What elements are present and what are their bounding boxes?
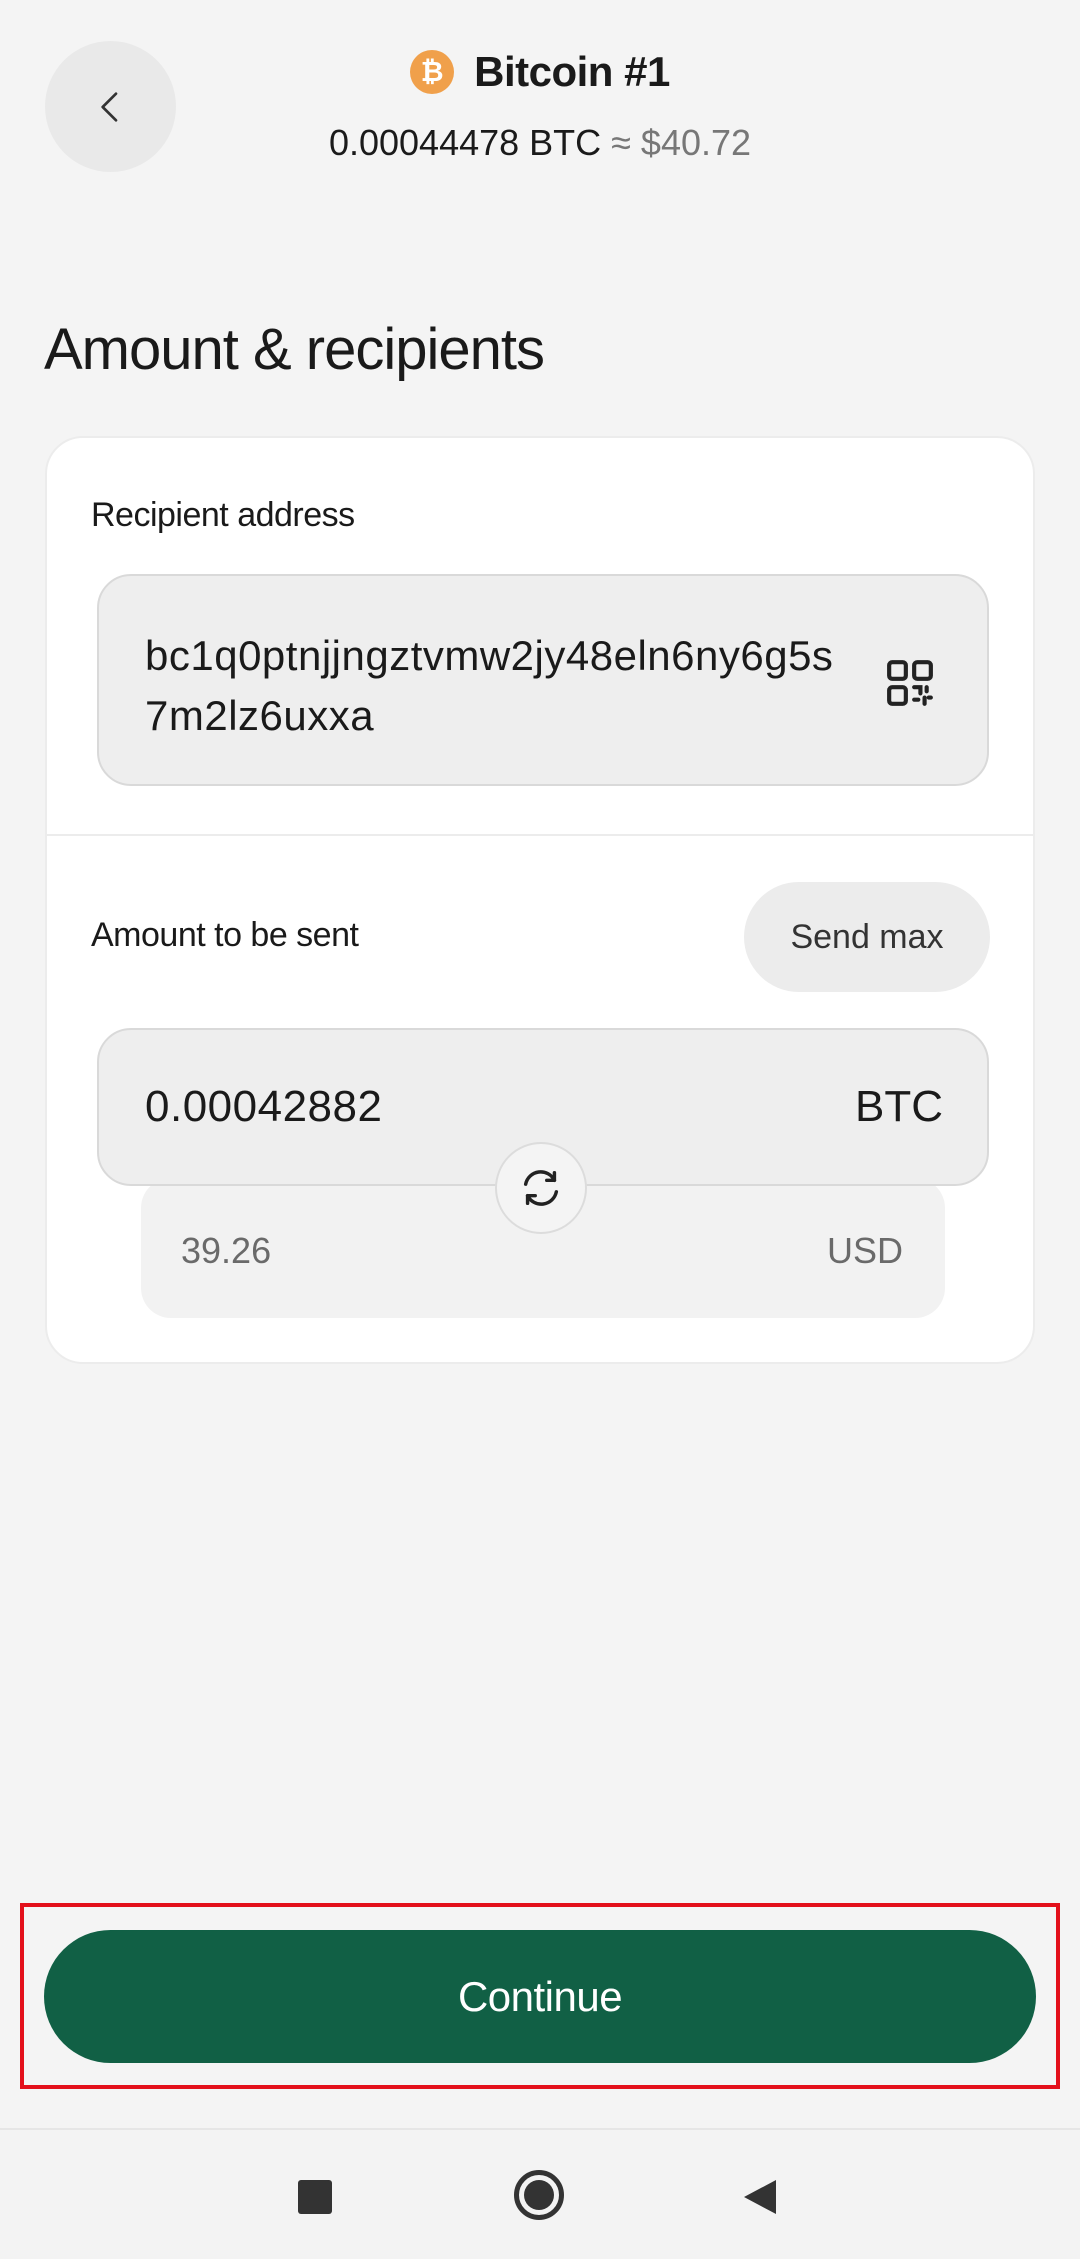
crypto-currency-label: BTC (855, 1082, 943, 1131)
divider (47, 834, 1033, 836)
balance-fiat: ≈ $40.72 (611, 122, 752, 163)
qr-code-icon[interactable] (885, 658, 935, 708)
send-max-button[interactable]: Send max (744, 882, 990, 992)
swap-icon (523, 1170, 559, 1206)
fiat-amount-value: 39.26 (181, 1230, 272, 1271)
amount-recipients-card: Recipient address bc1q0ptnjjngztvmw2jy48… (45, 436, 1035, 1364)
recipient-address-field[interactable]: bc1q0ptnjjngztvmw2jy48eln6ny6g5s7m2lz6ux… (97, 574, 989, 786)
crypto-amount-value: 0.00042882 (145, 1082, 383, 1131)
wallet-name: Bitcoin #1 (474, 48, 670, 95)
recipient-address-value: bc1q0ptnjjngztvmw2jy48eln6ny6g5s7m2lz6ux… (145, 632, 834, 739)
send-screen: ₿ Bitcoin #1 0.00044478 BTC ≈ $40.72 Amo… (0, 0, 1080, 2259)
swap-currency-button[interactable] (495, 1142, 587, 1234)
bitcoin-icon: ₿ (410, 50, 455, 94)
continue-button[interactable]: Continue (44, 1930, 1036, 2063)
amount-label: Amount to be sent (91, 916, 359, 954)
system-navigation-bar (0, 2128, 1080, 2259)
balance-crypto: 0.00044478 BTC (328, 122, 602, 163)
fiat-currency-label: USD (826, 1230, 903, 1271)
home-dot (524, 2180, 554, 2210)
recipient-address-label: Recipient address (91, 496, 355, 534)
recent-apps-icon[interactable] (298, 2180, 332, 2214)
wallet-header: ₿ Bitcoin #1 (0, 48, 1080, 96)
page-title: Amount & recipients (44, 317, 545, 382)
home-icon[interactable] (514, 2170, 564, 2220)
wallet-balance: 0.00044478 BTC ≈ $40.72 (0, 122, 1080, 164)
back-triangle-icon[interactable] (742, 2178, 778, 2216)
